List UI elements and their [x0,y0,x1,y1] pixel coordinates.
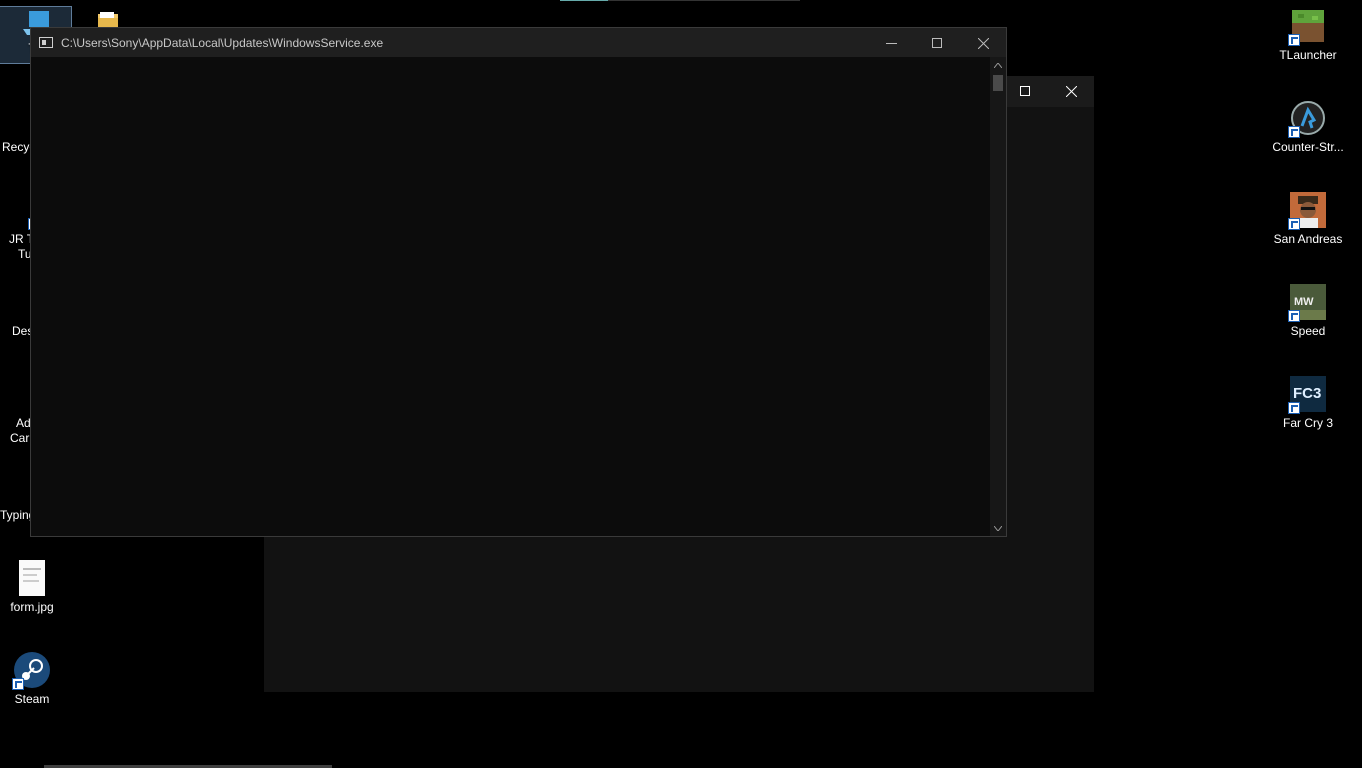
desktop-icon-form-jpg[interactable]: form.jpg [0,560,70,615]
desktop-icon-counter-strike[interactable]: Counter-Str... [1270,100,1346,155]
desktop-icon-far-cry-3[interactable]: FC3 Far Cry 3 [1270,376,1346,431]
top-window-accent [560,0,608,1]
console-titlebar[interactable]: C:\Users\Sony\AppData\Local\Updates\Wind… [31,28,1006,57]
desktop-icon-label: Speed [1290,324,1326,338]
maximize-button[interactable] [914,28,960,58]
maximize-icon [1020,86,1030,96]
window-title: C:\Users\Sony\AppData\Local\Updates\Wind… [61,35,384,50]
background-maximize-button[interactable] [1002,76,1048,106]
desktop-icon-speed[interactable]: MW Speed [1270,284,1346,339]
maximize-icon [932,38,942,48]
steam-icon [12,652,50,690]
scrollbar-thumb[interactable] [993,75,1003,91]
desktop-icon-label: form.jpg [10,600,54,614]
desktop-icon-label: Far Cry 3 [1282,416,1333,430]
desktop-icon-label: San Andreas [1273,232,1343,246]
background-close-button[interactable] [1048,76,1094,106]
chevron-down-icon [994,525,1002,531]
minimize-icon [885,42,897,44]
scroll-up-button[interactable] [990,57,1006,73]
nfs-most-wanted-icon: MW [1288,284,1326,322]
shortcut-arrow-icon [1288,218,1300,230]
desktop-icon-label: TLauncher [1279,48,1337,62]
minimize-button[interactable] [868,28,914,58]
shortcut-arrow-icon [12,678,24,690]
vertical-scrollbar[interactable] [990,57,1006,536]
shortcut-arrow-icon [1288,126,1300,138]
desktop-icon-tlauncher[interactable]: TLauncher [1270,8,1346,63]
desktop-icon-label: Counter-Str... [1272,140,1344,154]
far-cry-3-icon: FC3 [1288,376,1326,414]
image-file-icon [14,560,50,596]
minecraft-icon [1288,8,1326,46]
close-button[interactable] [960,28,1006,58]
console-app-icon [39,37,53,48]
desktop-icon-san-andreas[interactable]: San Andreas [1270,192,1346,247]
fc3-badge: FC3 [1293,385,1322,402]
chevron-up-icon [994,62,1002,68]
counter-strike-icon [1288,100,1326,138]
close-icon [977,37,989,49]
shortcut-arrow-icon [1288,310,1300,322]
shortcut-arrow-icon [1288,34,1300,46]
shortcut-arrow-icon [1288,402,1300,414]
desktop-icon-label: Steam [14,692,50,706]
scroll-down-button[interactable] [990,520,1006,536]
console-output-area[interactable] [31,57,990,536]
console-window[interactable]: C:\Users\Sony\AppData\Local\Updates\Wind… [30,27,1007,537]
close-icon [1065,85,1077,97]
nfs-badge: MW [1294,296,1314,308]
desktop-icon-steam[interactable]: Steam [0,652,70,707]
san-andreas-icon [1288,192,1326,230]
